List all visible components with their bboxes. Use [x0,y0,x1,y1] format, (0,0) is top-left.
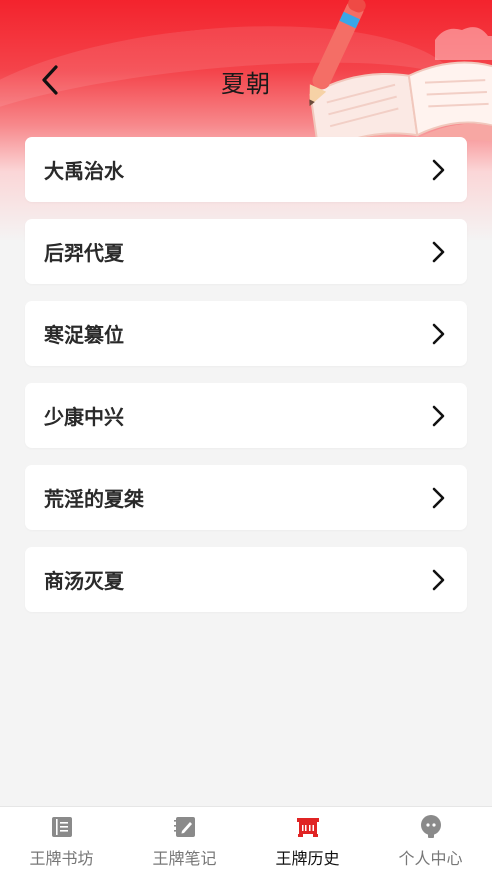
list-item-label: 少康中兴 [44,405,124,429]
list-item[interactable]: 商汤灭夏 [25,547,467,612]
list-item[interactable]: 后羿代夏 [25,219,467,284]
profile-icon [419,815,443,839]
event-list: 大禹治水 后羿代夏 寒浞篡位 少康中兴 荒淫的夏桀 商汤灭夏 [25,137,467,629]
list-item-label: 后羿代夏 [44,241,124,265]
tab-history[interactable]: 王牌历史 [246,807,369,876]
list-item[interactable]: 寒浞篡位 [25,301,467,366]
history-icon [296,815,320,839]
chevron-right-icon [429,322,449,346]
list-item-label: 荒淫的夏桀 [44,487,144,511]
tab-label: 王牌历史 [275,849,340,868]
list-item[interactable]: 荒淫的夏桀 [25,465,467,530]
list-item-label: 商汤灭夏 [44,569,124,593]
tab-notes[interactable]: 王牌笔记 [123,807,246,876]
tab-profile[interactable]: 个人中心 [369,807,492,876]
chevron-right-icon [429,486,449,510]
tab-label: 王牌笔记 [152,849,217,868]
list-item[interactable]: 少康中兴 [25,383,467,448]
top-bar: 夏朝 [0,50,492,112]
tab-label: 个人中心 [398,849,463,868]
list-item-label: 寒浞篡位 [44,323,124,347]
chevron-right-icon [429,240,449,264]
list-item-label: 大禹治水 [44,159,124,183]
list-item[interactable]: 大禹治水 [25,137,467,202]
tab-bookstore[interactable]: 王牌书坊 [0,807,123,876]
notebook-icon [173,815,197,839]
tab-label: 王牌书坊 [29,849,94,868]
bottom-tab-bar: 王牌书坊 王牌笔记 王牌历史 个人中心 [0,806,492,876]
chevron-right-icon [429,404,449,428]
chevron-right-icon [429,568,449,592]
book-icon [50,815,74,839]
chevron-right-icon [429,158,449,182]
page-title: 夏朝 [221,70,271,98]
